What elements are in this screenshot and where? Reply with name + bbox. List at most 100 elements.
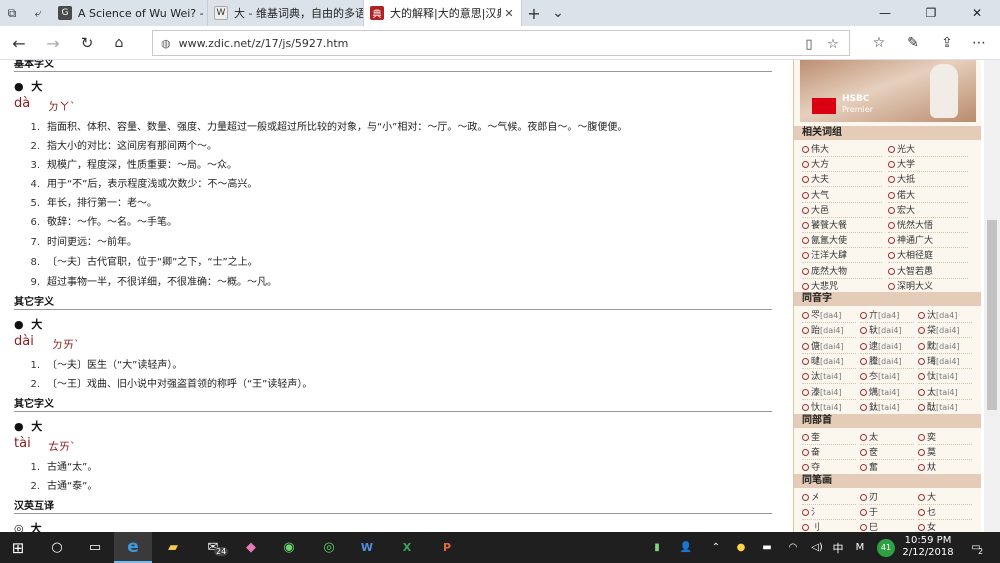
- related-word-link[interactable]: 宏大: [888, 203, 968, 218]
- same-sound-char-link[interactable]: 黕[dai4]: [918, 339, 972, 354]
- related-word-link[interactable]: 大方: [802, 157, 882, 173]
- same-sound-char-link[interactable]: 汰[tai4]: [802, 369, 856, 385]
- reading-view-icon[interactable]: ▯: [799, 34, 819, 54]
- same-strokes-char-link[interactable]: 刃: [860, 490, 914, 505]
- tray-app-icon[interactable]: ●: [732, 532, 750, 563]
- ime-language-indicator[interactable]: 中: [830, 532, 846, 563]
- same-sound-char-link[interactable]: 汏[da4]: [918, 308, 972, 323]
- related-word-link[interactable]: 大智若愚: [888, 264, 968, 279]
- scrollbar-thumb[interactable]: [987, 220, 997, 410]
- same-sound-char-link[interactable]: 傏[dai4]: [802, 339, 856, 354]
- same-sound-char-link[interactable]: 轪[dai4]: [860, 323, 914, 339]
- minimize-icon[interactable]: —: [862, 0, 908, 26]
- vertical-scrollbar[interactable]: [984, 60, 1000, 532]
- same-sound-char-link[interactable]: 瑇[dai4]: [918, 354, 972, 369]
- search-icon[interactable]: ○: [38, 532, 76, 563]
- same-sound-char-link[interactable]: 黱[dai4]: [860, 354, 914, 369]
- favorite-star-icon[interactable]: ☆: [823, 34, 843, 54]
- same-sound-char-link[interactable]: 鈦[tai4]: [860, 400, 914, 415]
- related-word-link[interactable]: 大相径庭: [888, 248, 968, 264]
- related-word-link[interactable]: 恍然大悟: [888, 218, 968, 233]
- same-radical-char-link[interactable]: 夺: [802, 460, 856, 475]
- excel-icon[interactable]: X: [388, 532, 426, 563]
- tab-preview-icon[interactable]: ⧉: [0, 0, 24, 26]
- more-menu-icon[interactable]: ⋯: [966, 31, 992, 55]
- tab-list-chevron-icon[interactable]: ⌄: [546, 0, 570, 26]
- favorites-hub-icon[interactable]: ☆: [866, 31, 892, 55]
- same-sound-char-link[interactable]: 溙[tai4]: [802, 385, 856, 400]
- related-word-link[interactable]: 庞然大物: [802, 264, 882, 279]
- powerpoint-icon[interactable]: P: [428, 532, 466, 563]
- same-radical-char-link[interactable]: 夶: [918, 460, 972, 475]
- same-strokes-char-link[interactable]: 刂: [802, 520, 856, 532]
- same-sound-char-link[interactable]: 燤[tai4]: [860, 385, 914, 400]
- related-word-link[interactable]: 氤氲大使: [802, 233, 882, 249]
- taskbar-clock[interactable]: 10:59 PM 2/12/2018: [900, 535, 956, 559]
- tab-wu-wei[interactable]: G A Science of Wu Wei? - Pag: [52, 0, 208, 26]
- related-word-link[interactable]: 汪洋大肆: [802, 248, 882, 264]
- entry-pinyin[interactable]: dài: [14, 334, 34, 349]
- entry-pinyin[interactable]: tài: [14, 436, 31, 451]
- address-bar[interactable]: ◍ www.zdic.net/z/17/js/5927.htm ▯ ☆: [152, 30, 850, 56]
- same-sound-char-link[interactable]: 忕[tai4]: [802, 400, 856, 415]
- volume-icon[interactable]: ◁): [808, 532, 826, 563]
- same-sound-char-link[interactable]: 太[tai4]: [918, 385, 972, 400]
- same-strokes-char-link[interactable]: 大: [918, 490, 972, 505]
- file-explorer-icon[interactable]: ▰: [154, 532, 192, 563]
- same-sound-char-link[interactable]: 曃[dai4]: [802, 354, 856, 369]
- refresh-icon[interactable]: ↻: [74, 31, 100, 55]
- home-icon[interactable]: ⌂: [106, 31, 132, 55]
- related-word-link[interactable]: 饕餮大餐: [802, 218, 882, 233]
- related-word-link[interactable]: 神通广大: [888, 233, 968, 249]
- same-sound-char-link[interactable]: 冭[tai4]: [860, 369, 914, 385]
- same-radical-char-link[interactable]: 奮: [860, 460, 914, 475]
- same-sound-char-link[interactable]: 逮[dai4]: [860, 339, 914, 354]
- same-radical-char-link[interactable]: 莫: [918, 445, 972, 460]
- same-radical-char-link[interactable]: 奎: [802, 430, 856, 445]
- wifi-icon[interactable]: ◠: [784, 532, 802, 563]
- set-aside-tabs-icon[interactable]: ⤶: [26, 0, 50, 26]
- ime-mode-indicator[interactable]: M: [852, 532, 868, 563]
- same-sound-char-link[interactable]: 忲[tai4]: [918, 369, 972, 385]
- same-radical-char-link[interactable]: 奕: [918, 430, 972, 445]
- same-strokes-char-link[interactable]: 㐅: [802, 490, 856, 505]
- windows-start-icon[interactable]: ⊞: [0, 532, 36, 563]
- mail-icon[interactable]: ✉ 24: [194, 532, 232, 563]
- back-arrow-icon[interactable]: ←: [6, 31, 32, 55]
- related-word-link[interactable]: 大抵: [888, 172, 968, 188]
- same-sound-char-link[interactable]: 亣[da4]: [860, 308, 914, 323]
- web-note-pen-icon[interactable]: ✎: [900, 31, 926, 55]
- same-strokes-char-link[interactable]: 乜: [918, 505, 972, 520]
- related-word-link[interactable]: 大气: [802, 188, 882, 203]
- forward-arrow-icon[interactable]: →: [40, 31, 66, 55]
- battery-icon[interactable]: ▮: [648, 532, 666, 563]
- 360-browser-icon[interactable]: ◎: [310, 532, 348, 563]
- tray-device-icon[interactable]: ▬: [758, 532, 776, 563]
- close-window-icon[interactable]: ✕: [954, 0, 1000, 26]
- tab-wiktionary[interactable]: W 大 - 维基词典，自由的多语: [208, 0, 364, 26]
- same-radical-char-link[interactable]: 奁: [860, 445, 914, 460]
- same-strokes-char-link[interactable]: 于: [860, 505, 914, 520]
- related-word-link[interactable]: 伟大: [802, 142, 882, 157]
- close-tab-icon[interactable]: ✕: [501, 7, 517, 20]
- related-word-link[interactable]: 大夫: [802, 172, 882, 188]
- tray-badge-app[interactable]: 41: [876, 532, 896, 563]
- people-icon[interactable]: 👤: [676, 532, 696, 563]
- related-word-link[interactable]: 偌大: [888, 188, 968, 203]
- tray-overflow-chevron-icon[interactable]: ⌃: [708, 532, 724, 563]
- task-view-icon[interactable]: ▭: [76, 532, 114, 563]
- same-radical-char-link[interactable]: 太: [860, 430, 914, 445]
- same-strokes-char-link[interactable]: 女: [918, 520, 972, 532]
- same-sound-char-link[interactable]: 跆[dai4]: [802, 323, 856, 339]
- paint-3d-icon[interactable]: ◆: [232, 532, 270, 563]
- new-tab-button[interactable]: +: [522, 0, 546, 26]
- wechat-icon[interactable]: ◉: [270, 532, 308, 563]
- share-icon[interactable]: ⇪: [934, 31, 960, 55]
- same-strokes-char-link[interactable]: 巳: [860, 520, 914, 532]
- related-word-link[interactable]: 大学: [888, 157, 968, 173]
- same-sound-char-link[interactable]: 罖[da4]: [802, 308, 856, 323]
- same-sound-char-link[interactable]: 柋[dai4]: [918, 323, 972, 339]
- tab-zdic[interactable]: 典 大的解释|大的意思|汉典 ✕: [364, 0, 522, 26]
- word-icon[interactable]: W: [348, 532, 386, 563]
- related-word-link[interactable]: 光大: [888, 142, 968, 157]
